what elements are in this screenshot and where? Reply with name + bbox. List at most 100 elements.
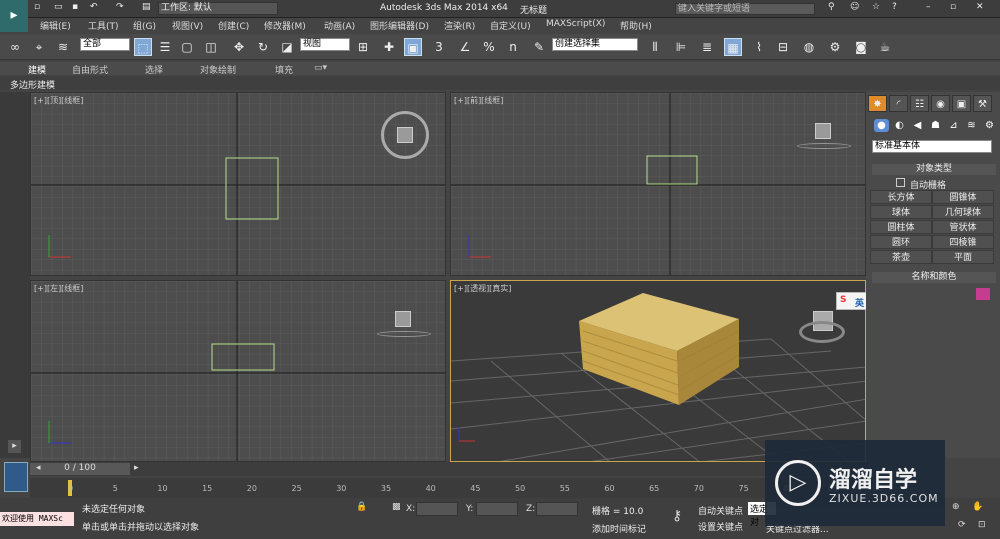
app-logo[interactable]: ▸	[0, 0, 28, 32]
viewport-label[interactable]: [+][前][线框]	[454, 95, 503, 106]
viewcube-ring[interactable]	[797, 143, 851, 149]
zoom-icon[interactable]: ⊕	[952, 502, 960, 512]
hierarchy-tab-icon[interactable]: ☷	[910, 95, 929, 112]
color-swatch[interactable]	[976, 288, 990, 300]
bind-space-warp-icon[interactable]: ≋	[54, 38, 72, 56]
menu-maxscript[interactable]: MAXScript(X)	[546, 19, 605, 29]
menu-rendering[interactable]: 渲染(R)	[444, 19, 475, 32]
maximize-icon[interactable]: ▫	[950, 2, 956, 12]
pivot-center-icon[interactable]: ⊞	[354, 38, 372, 56]
viewcube-icon[interactable]	[815, 123, 831, 139]
viewport-label[interactable]: [+][左][线框]	[34, 283, 83, 294]
pan-icon[interactable]: ✋	[972, 502, 983, 512]
category-select[interactable]: 标准基本体	[872, 140, 992, 153]
viewport-top[interactable]: [+][顶][线框]	[30, 92, 446, 276]
viewport-label[interactable]: [+][顶][线框]	[34, 95, 83, 106]
menu-animation[interactable]: 动画(A)	[324, 19, 355, 32]
autogrid-checkbox[interactable]	[896, 178, 905, 187]
menu-graph-editors[interactable]: 图形编辑器(D)	[370, 19, 429, 32]
project-folder-icon[interactable]: ▤	[142, 2, 151, 12]
viewport-label[interactable]: [+][透视][真实]	[454, 283, 511, 294]
absolute-mode-icon[interactable]: ▩	[392, 502, 401, 512]
track-bar[interactable]: 051015202530354045505560657075808590	[30, 478, 883, 498]
viewport-left[interactable]: [+][左][线框]	[30, 280, 446, 462]
expand-arrow-icon[interactable]: ▸	[8, 440, 21, 453]
menu-modifiers[interactable]: 修改器(M)	[264, 19, 306, 32]
snap-toggle-icon[interactable]: 3	[430, 38, 448, 56]
x-field[interactable]	[416, 502, 458, 516]
menu-edit[interactable]: 编辑(E)	[40, 19, 71, 32]
new-file-icon[interactable]: ▫	[34, 2, 40, 12]
link-icon[interactable]: ∞	[6, 38, 24, 56]
motion-tab-icon[interactable]: ◉	[931, 95, 950, 112]
lights-icon[interactable]: ◀	[910, 119, 925, 132]
maximize-viewport-icon[interactable]: ⊡	[978, 520, 986, 530]
viewcube-ring[interactable]	[799, 321, 845, 343]
rendered-frame-icon[interactable]: ◙	[852, 38, 870, 56]
spacewarps-icon[interactable]: ≋	[964, 119, 979, 132]
viewcube-icon[interactable]	[395, 311, 411, 327]
maxscript-listener[interactable]: 欢迎使用 MAXSc	[0, 512, 74, 526]
tab-modeling[interactable]: 建模	[28, 63, 46, 76]
menu-help[interactable]: 帮助(H)	[620, 19, 652, 32]
schematic-view-icon[interactable]: ⊟	[774, 38, 792, 56]
prev-frame-icon[interactable]: ◂	[36, 463, 41, 473]
time-slider[interactable]: 0 / 100 ◂ ▸	[30, 462, 866, 476]
menu-create[interactable]: 创建(C)	[218, 19, 249, 32]
geosphere-button[interactable]: 几何球体	[932, 205, 994, 219]
keyboard-shortcut-toggle-icon[interactable]: ▣	[404, 38, 422, 56]
menu-customize[interactable]: 自定义(U)	[490, 19, 531, 32]
pyramid-button[interactable]: 四棱锥	[932, 235, 994, 249]
cylinder-button[interactable]: 圆柱体	[870, 220, 932, 234]
viewport-front[interactable]: [+][前][线框]	[450, 92, 866, 276]
orbit-icon[interactable]: ⟳	[958, 520, 966, 530]
ime-mode-label[interactable]: 英	[855, 296, 864, 309]
tab-object-paint[interactable]: 对象绘制	[200, 63, 236, 76]
render-teapot-icon[interactable]: ☕	[876, 38, 894, 56]
search-input[interactable]: 键入关键字或短语	[675, 3, 815, 15]
minimize-icon[interactable]: –	[926, 2, 931, 12]
utilities-tab-icon[interactable]: ⚒	[973, 95, 992, 112]
layer-manager-icon[interactable]: ≣	[698, 38, 716, 56]
tab-populate[interactable]: 填充	[275, 63, 293, 76]
key-icon[interactable]: ⚷	[672, 508, 682, 524]
workspace-select[interactable]: 工作区: 默认	[158, 2, 278, 15]
viewport-perspective[interactable]: [+][透视][真实]	[450, 280, 866, 462]
z-field[interactable]	[536, 502, 578, 516]
frame-counter[interactable]: 0 / 100	[30, 463, 130, 475]
window-crossing-icon[interactable]: ◫	[202, 38, 220, 56]
curve-editor-icon[interactable]: ⌇	[750, 38, 768, 56]
subtab-poly-modeling[interactable]: 多边形建模	[10, 78, 55, 91]
tube-button[interactable]: 管状体	[932, 220, 994, 234]
material-editor-icon[interactable]: ◍	[800, 38, 818, 56]
menu-tools[interactable]: 工具(T)	[88, 19, 119, 32]
helpers-icon[interactable]: ⊿	[946, 119, 961, 132]
modify-tab-icon[interactable]: ◜	[889, 95, 908, 112]
undo-icon[interactable]: ↶	[90, 2, 98, 12]
cone-button[interactable]: 圆锥体	[932, 190, 994, 204]
spinner-snap-icon[interactable]: n	[504, 38, 522, 56]
viewcube-icon[interactable]	[397, 127, 413, 143]
select-by-name-icon[interactable]: ☰	[156, 38, 174, 56]
ref-coord-select[interactable]: 视图	[300, 38, 350, 51]
plane-button[interactable]: 平面	[932, 250, 994, 264]
tab-selection[interactable]: 选择	[145, 63, 163, 76]
box-button[interactable]: 长方体	[870, 190, 932, 204]
systems-icon[interactable]: ⚙	[982, 119, 997, 132]
viewcube-ring[interactable]	[377, 331, 431, 337]
y-field[interactable]	[476, 502, 518, 516]
shapes-icon[interactable]: ◐	[892, 119, 907, 132]
move-icon[interactable]: ✥	[230, 38, 248, 56]
percent-snap-icon[interactable]: %	[480, 38, 498, 56]
set-key-button[interactable]: 设置关键点	[698, 520, 743, 533]
user-icon[interactable]: ☺	[850, 2, 859, 12]
star-icon[interactable]: ☆	[872, 2, 880, 12]
teapot-button[interactable]: 茶壶	[870, 250, 932, 264]
scale-icon[interactable]: ◪	[278, 38, 296, 56]
select-manipulate-icon[interactable]: ✚	[380, 38, 398, 56]
align-icon[interactable]: ⊫	[672, 38, 690, 56]
create-tab-icon[interactable]: ✸	[868, 95, 887, 112]
ribbon-toggle-icon[interactable]: ▦	[724, 38, 742, 56]
sphere-button[interactable]: 球体	[870, 205, 932, 219]
cameras-icon[interactable]: ☗	[928, 119, 943, 132]
